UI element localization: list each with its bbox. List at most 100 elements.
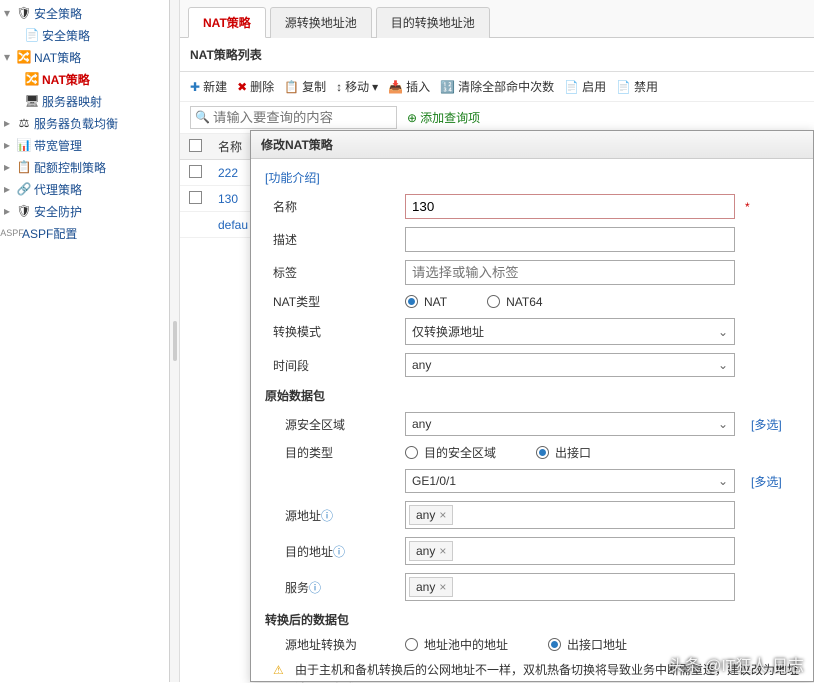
select-all-checkbox[interactable] bbox=[189, 139, 202, 152]
tag-any: any× bbox=[409, 505, 453, 525]
nat-icon: 🔀 bbox=[16, 49, 32, 65]
help-icon[interactable]: ⓘ bbox=[321, 509, 333, 523]
sidebar-label: NAT策略 bbox=[42, 71, 90, 88]
desc-input[interactable] bbox=[405, 227, 735, 252]
multi-select-link[interactable]: [多选] bbox=[751, 473, 782, 490]
tab-src-pool[interactable]: 源转换地址池 bbox=[270, 7, 372, 38]
radio-out-interface[interactable]: 出接口 bbox=[536, 444, 591, 461]
sidebar-label: 服务器映射 bbox=[42, 93, 102, 110]
src-addr-input[interactable]: any× bbox=[405, 501, 735, 529]
sidebar-label: 安全防护 bbox=[34, 203, 82, 220]
radio-nat64[interactable]: NAT64 bbox=[487, 295, 542, 309]
sidebar-item-security-protect[interactable]: ▸ 🛡 安全防护 bbox=[0, 200, 169, 222]
sidebar-item-security-policy-sub[interactable]: 📄 安全策略 bbox=[0, 24, 169, 46]
interface-select[interactable]: GE1/0/1⌄ bbox=[405, 469, 735, 493]
select-value: GE1/0/1 bbox=[412, 474, 456, 488]
move-button[interactable]: ↕移动▾ bbox=[336, 78, 378, 95]
policy-name-link[interactable]: 222 bbox=[210, 162, 246, 184]
aspf-icon: ASPF bbox=[4, 225, 20, 241]
sidebar-item-load-balance[interactable]: ▸ ⚖ 服务器负载均衡 bbox=[0, 112, 169, 134]
sidebar-label: 服务器负载均衡 bbox=[34, 115, 118, 132]
multi-select-link[interactable]: [多选] bbox=[751, 416, 782, 433]
copy-button[interactable]: 📋复制 bbox=[284, 78, 326, 95]
radio-pool-addr[interactable]: 地址池中的地址 bbox=[405, 636, 508, 653]
help-icon[interactable]: ⓘ bbox=[333, 545, 345, 559]
radio-nat[interactable]: NAT bbox=[405, 295, 447, 309]
remove-tag-icon[interactable]: × bbox=[439, 508, 446, 522]
radio-dst-zone[interactable]: 目的安全区域 bbox=[405, 444, 496, 461]
tag-input[interactable] bbox=[405, 260, 735, 285]
search-input[interactable] bbox=[190, 106, 397, 129]
delete-icon: ✖ bbox=[237, 80, 247, 94]
convert-mode-select[interactable]: 仅转换源地址⌄ bbox=[405, 318, 735, 345]
select-value: any bbox=[412, 358, 431, 372]
help-icon[interactable]: ⓘ bbox=[309, 581, 321, 595]
tab-nat-policy[interactable]: NAT策略 bbox=[188, 7, 266, 38]
expand-icon: ▸ bbox=[4, 204, 16, 218]
row-checkbox[interactable] bbox=[189, 165, 202, 178]
proxy-icon: 🔗 bbox=[16, 181, 32, 197]
feature-intro-link[interactable]: [功能介绍] bbox=[265, 169, 320, 186]
radio-interface-addr[interactable]: 出接口地址 bbox=[548, 636, 627, 653]
sidebar-item-server-mapping[interactable]: 🖥 服务器映射 bbox=[0, 90, 169, 112]
row-checkbox[interactable] bbox=[189, 191, 202, 204]
select-value: any bbox=[412, 417, 431, 431]
time-select[interactable]: any⌄ bbox=[405, 353, 735, 377]
label-name: 名称 bbox=[265, 198, 405, 215]
btn-label: 移动 bbox=[345, 78, 369, 95]
btn-label: 复制 bbox=[302, 78, 326, 95]
remove-tag-icon[interactable]: × bbox=[439, 580, 446, 594]
plus-icon: ✚ bbox=[190, 80, 200, 94]
src-zone-select[interactable]: any⌄ bbox=[405, 412, 735, 436]
chevron-down-icon: ⌄ bbox=[718, 325, 728, 339]
name-input[interactable] bbox=[405, 194, 735, 219]
required-star: * bbox=[745, 200, 750, 214]
insert-button[interactable]: 📥插入 bbox=[388, 78, 430, 95]
clear-hits-button[interactable]: 🔢清除全部命中次数 bbox=[440, 78, 554, 95]
tab-label: 目的转换地址池 bbox=[391, 16, 475, 30]
radio-icon bbox=[536, 446, 549, 459]
sidebar-label: 配额控制策略 bbox=[34, 159, 106, 176]
sidebar-item-quota[interactable]: ▸ 📋 配额控制策略 bbox=[0, 156, 169, 178]
label-time: 时间段 bbox=[265, 357, 405, 374]
tab-dst-pool[interactable]: 目的转换地址池 bbox=[376, 7, 490, 38]
radio-label: NAT64 bbox=[506, 295, 542, 309]
section-raw-packet: 原始数据包 bbox=[265, 387, 799, 404]
sidebar-item-security-policy[interactable]: ▾ 🛡 安全策略 bbox=[0, 2, 169, 24]
watermark: 头条 @IT狂人.日志 bbox=[669, 652, 804, 676]
sidebar-item-nat-policy-sub[interactable]: 🔀 NAT策略 bbox=[0, 68, 169, 90]
tab-label: NAT策略 bbox=[203, 16, 251, 30]
tag-any: any× bbox=[409, 577, 453, 597]
sidebar-item-nat-policy[interactable]: ▾ 🔀 NAT策略 bbox=[0, 46, 169, 68]
shield-icon: 🛡 bbox=[16, 5, 32, 21]
radio-icon bbox=[548, 638, 561, 651]
policy-name-link[interactable]: 130 bbox=[210, 188, 246, 210]
doc-icon: 📄 bbox=[24, 27, 40, 43]
collapse-icon: ▾ bbox=[4, 6, 16, 20]
btn-label: 删除 bbox=[250, 78, 274, 95]
sidebar-item-proxy[interactable]: ▸ 🔗 代理策略 bbox=[0, 178, 169, 200]
disable-button[interactable]: 📄禁用 bbox=[616, 78, 658, 95]
dst-addr-input[interactable]: any× bbox=[405, 537, 735, 565]
insert-icon: 📥 bbox=[388, 80, 403, 94]
sidebar-item-bandwidth[interactable]: ▸ 📊 带宽管理 bbox=[0, 134, 169, 156]
service-input[interactable]: any× bbox=[405, 573, 735, 601]
sidebar-label: ASPF配置 bbox=[22, 225, 77, 242]
label-nat-type: NAT类型 bbox=[265, 293, 405, 310]
enable-button[interactable]: 📄启用 bbox=[564, 78, 606, 95]
label-service: 服务ⓘ bbox=[265, 579, 405, 596]
new-button[interactable]: ✚新建 bbox=[190, 78, 227, 95]
sidebar-item-aspf[interactable]: ASPF ASPF配置 bbox=[0, 222, 169, 244]
sidebar-resizer[interactable] bbox=[170, 0, 180, 682]
add-query-button[interactable]: ⊕添加查询项 bbox=[407, 109, 480, 126]
label-src-zone: 源安全区域 bbox=[265, 416, 405, 433]
label-tag: 标签 bbox=[265, 264, 405, 281]
btn-label: 添加查询项 bbox=[420, 109, 480, 126]
panel-title: NAT策略列表 bbox=[180, 38, 814, 72]
col-name[interactable]: 名称 bbox=[210, 134, 250, 159]
label-dst-addr: 目的地址ⓘ bbox=[265, 543, 405, 560]
delete-button[interactable]: ✖删除 bbox=[237, 78, 274, 95]
btn-label: 禁用 bbox=[634, 78, 658, 95]
search-icon: 🔍 bbox=[195, 110, 210, 124]
remove-tag-icon[interactable]: × bbox=[439, 544, 446, 558]
